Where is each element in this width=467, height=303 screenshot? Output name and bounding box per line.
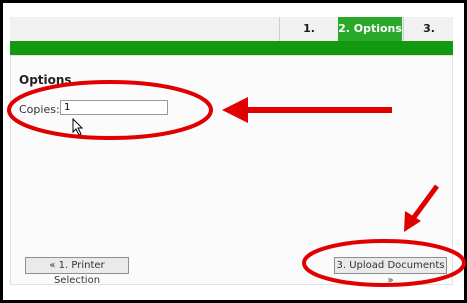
progress-bar [10,41,453,55]
copies-input[interactable] [60,100,168,115]
tab-upload[interactable]: 3. Upload [403,17,454,59]
tab-printer[interactable]: 1. Printer [279,17,338,59]
step-tabs-bar: 1. Printer 2. Options 3. Upload [10,17,454,59]
page-title: Options [19,73,72,87]
tab-options[interactable]: 2. Options [338,17,402,41]
printer-selection-button[interactable]: « 1. Printer Selection [25,257,129,286]
upload-documents-button[interactable]: 3. Upload Documents » [334,257,447,286]
copies-label: Copies: [19,103,60,116]
options-panel [10,55,453,285]
mouse-pointer-icon [72,118,84,136]
